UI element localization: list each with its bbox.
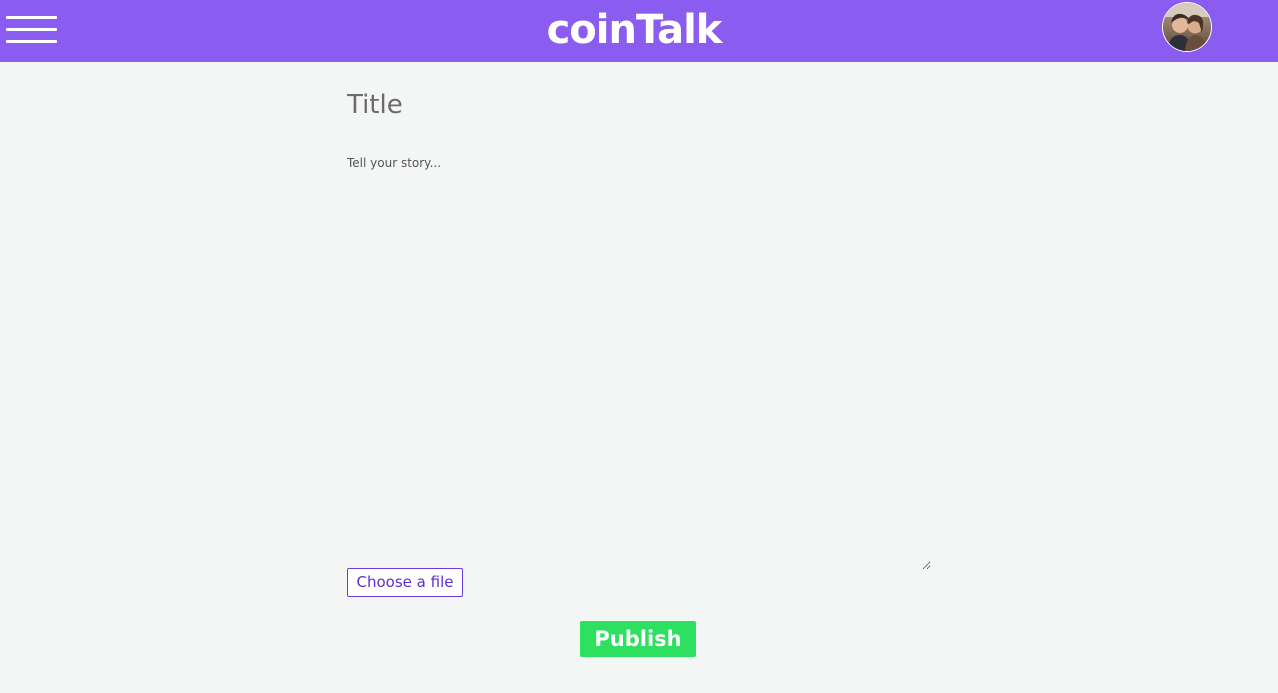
publish-button[interactable]: Publish xyxy=(580,621,696,657)
app-logo[interactable]: coinTalk xyxy=(0,4,1268,56)
story-textarea[interactable] xyxy=(347,152,931,570)
user-avatar[interactable] xyxy=(1162,2,1212,52)
top-navigation-bar: coinTalk xyxy=(0,0,1278,62)
title-input[interactable] xyxy=(347,84,927,126)
choose-file-button[interactable]: Choose a file xyxy=(347,568,463,597)
avatar-photo-icon xyxy=(1163,3,1211,51)
